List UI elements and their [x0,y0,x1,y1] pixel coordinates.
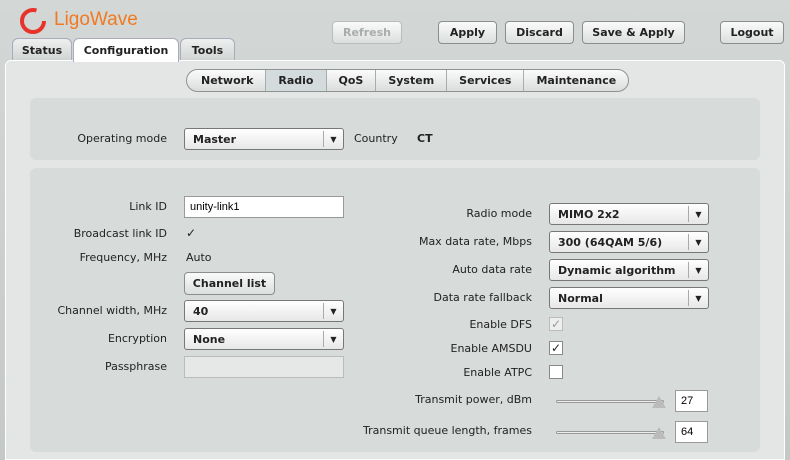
transmit-power-slider[interactable] [556,400,664,403]
enable-atpc-checkbox[interactable] [549,365,563,379]
chevron-down-icon: ▼ [688,290,708,306]
radio-mode-select[interactable]: MIMO 2x2 ▼ [549,203,709,225]
subtab-radio[interactable]: Radio [265,70,326,91]
brand-name: LigoWave [54,9,138,30]
auto-data-rate-select[interactable]: Dynamic algorithm ▼ [549,259,709,281]
tab-status[interactable]: Status [12,38,72,62]
transmit-power-slider-handle[interactable] [652,396,666,408]
radio-mode-value: MIMO 2x2 [558,207,620,221]
save-apply-button[interactable]: Save & Apply [582,21,685,44]
tab-configuration[interactable]: Configuration [73,38,179,62]
country-label: Country [354,132,398,145]
subtabs: Network Radio QoS System Services Mainte… [186,69,630,92]
frequency-value: Auto [186,251,212,264]
operating-mode-label: Operating mode [77,132,167,145]
data-rate-fallback-value: Normal [558,291,603,305]
data-rate-fallback-select[interactable]: Normal ▼ [549,287,709,309]
subtab-maintenance[interactable]: Maintenance [523,70,628,91]
broadcast-link-id-checkbox[interactable]: ✓ [184,226,198,240]
operating-mode-select[interactable]: Master ▼ [184,128,344,150]
discard-button[interactable]: Discard [505,21,574,44]
passphrase-input[interactable] [184,356,344,378]
operating-mode-value: Master [193,132,237,146]
logo-icon [20,8,46,34]
logout-button[interactable]: Logout [720,21,784,44]
max-data-rate-select[interactable]: 300 (64QAM 5/6) ▼ [549,231,709,253]
enable-dfs-checkbox[interactable]: ✓ [549,317,563,331]
frequency-label: Frequency, MHz [79,251,167,264]
chevron-down-icon: ▼ [323,131,343,147]
logo: LigoWave [18,4,138,36]
link-id-label: Link ID [129,200,167,213]
enable-amsdu-label: Enable AMSDU [450,342,533,355]
tab-tools[interactable]: Tools [180,38,235,62]
apply-button[interactable]: Apply [438,21,497,44]
refresh-button[interactable]: Refresh [332,21,402,44]
transmit-power-label: Transmit power, dBm [415,393,532,406]
channel-width-value: 40 [193,304,209,318]
auto-data-rate-label: Auto data rate [452,263,532,276]
max-data-rate-label: Max data rate, Mbps [418,235,532,248]
transmit-power-input[interactable] [675,390,708,412]
subtab-network[interactable]: Network [187,70,265,91]
transmit-queue-label: Transmit queue length, frames [362,424,532,437]
auto-data-rate-value: Dynamic algorithm [558,263,676,277]
channel-width-label: Channel width, MHz [57,304,167,317]
radio-mode-label: Radio mode [466,207,532,220]
enable-atpc-label: Enable ATPC [463,366,532,379]
transmit-queue-input[interactable] [675,421,708,443]
max-data-rate-value: 300 (64QAM 5/6) [558,235,663,249]
transmit-queue-slider-handle[interactable] [652,427,666,439]
chevron-down-icon: ▼ [688,206,708,222]
enable-amsdu-checkbox[interactable]: ✓ [549,341,563,355]
encryption-select[interactable]: None ▼ [184,328,344,350]
passphrase-label: Passphrase [104,360,167,373]
broadcast-link-id-label: Broadcast link ID [73,227,167,240]
chevron-down-icon: ▼ [688,262,708,278]
data-rate-fallback-label: Data rate fallback [433,291,532,304]
encryption-value: None [193,332,226,346]
chevron-down-icon: ▼ [323,303,343,319]
encryption-label: Encryption [107,332,167,345]
subtab-system[interactable]: System [375,70,446,91]
subtab-services[interactable]: Services [446,70,523,91]
general-section [30,98,760,160]
chevron-down-icon: ▼ [688,234,708,250]
country-value: CT [417,132,433,145]
link-id-input[interactable] [184,196,344,218]
subtab-qos[interactable]: QoS [325,70,376,91]
channel-list-button[interactable]: Channel list [184,272,275,295]
channel-width-select[interactable]: 40 ▼ [184,300,344,322]
enable-dfs-label: Enable DFS [469,318,532,331]
transmit-queue-slider[interactable] [556,431,664,434]
